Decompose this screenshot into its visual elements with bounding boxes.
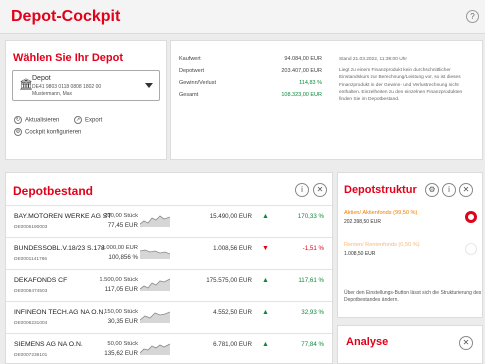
security-price: 135,62 EUR [104, 350, 138, 357]
security-price: 100,856 % [108, 254, 138, 261]
depot-cockpit-page: Depot-Cockpit ? Wählen Sie Ihr Depot 🏛 D… [0, 0, 485, 364]
trend-up-icon: ▲ [262, 309, 269, 316]
security-quantity: 150,00 Stück [104, 309, 138, 315]
trend-up-icon: ▲ [262, 213, 269, 220]
security-price: 117,05 EUR [104, 286, 138, 293]
security-performance: 170,33 % [297, 213, 324, 220]
depot-select-heading: Wählen Sie Ihr Depot [13, 52, 124, 64]
page-title: Depot-Cockpit [11, 8, 121, 25]
table-row[interactable]: DEKAFONDS CF DE0008474503 1.500,00 Stück 11… [6, 269, 334, 302]
security-value: 15.490,00 EUR [209, 213, 252, 220]
security-performance: 32,93 % [301, 309, 324, 316]
sparkline-chart [140, 311, 170, 323]
summary-value: 108.323,00 EUR [281, 92, 322, 98]
security-value: 175.575,00 EUR [206, 277, 252, 284]
trend-down-icon: ▼ [262, 245, 269, 252]
table-row[interactable]: SIEMENS AG NA O.N. DE0007236101 50,00 Stüc… [6, 333, 334, 364]
security-name[interactable]: INFINEON TECH.AG NA O.N. [14, 309, 105, 316]
structure-ring-icon [465, 243, 477, 255]
close-icon[interactable]: ✕ [459, 336, 473, 350]
configure-label: Cockpit konfigurieren [25, 129, 82, 136]
security-quantity: 1.000,00 EUR [101, 245, 138, 251]
security-quantity: 200,00 Stück [104, 213, 138, 219]
structure-item[interactable]: Renten/ Rentenfonds (0,50 %) 1.008,50 EU… [344, 242, 420, 257]
export-icon: ↗ [74, 116, 82, 124]
security-price: 77,45 EUR [107, 222, 138, 229]
analyse-panel: Analyse ✕ [337, 325, 483, 364]
info-text: Liegt zu einem Finanzprodukt kein durchs… [339, 68, 463, 103]
summary-value: 94.084,00 EUR [284, 56, 322, 62]
depot-dropdown[interactable]: 🏛 Depot DE41 9803 0118 0808 1802 00 Must… [12, 70, 160, 101]
table-row[interactable]: INFINEON TECH.AG NA O.N. DE0006231004 150,… [6, 301, 334, 334]
depot-owner: Mustermann, Max [32, 91, 73, 97]
structure-ring-icon [465, 211, 477, 223]
depot-number: DE41 9803 0118 0808 1802 00 [32, 84, 102, 90]
info-icon[interactable]: i [442, 183, 456, 197]
help-icon[interactable]: ? [466, 10, 479, 23]
security-value: 4.552,50 EUR [213, 309, 252, 316]
security-isin: DE0001141786 [14, 257, 47, 262]
summary-label: Gewinn/Verlust [179, 80, 216, 86]
summary-label: Gesamt [179, 92, 199, 98]
security-performance: 77,84 % [301, 341, 324, 348]
security-name[interactable]: BUNDESSOBL.V.18/23 S.178 [14, 245, 105, 252]
security-value: 6.781,00 EUR [213, 341, 252, 348]
table-row[interactable]: BAY.MOTOREN WERKE AG ST DE0005190003 200,0… [6, 205, 334, 238]
close-icon[interactable]: ✕ [459, 183, 473, 197]
depot-summary-panel: Kaufwert 94.084,00 EUR Depotwert 203.407… [170, 40, 483, 160]
trend-up-icon: ▲ [262, 277, 269, 284]
info-icon[interactable]: i [295, 183, 309, 197]
structure-item-name: Aktien/ Aktienfonds (99,50 %) [344, 210, 418, 216]
sparkline-chart [140, 343, 170, 355]
depotstruktur-heading: Depotstruktur [344, 184, 417, 196]
structure-item-amount: 202.398,50 EUR [344, 219, 381, 225]
security-name[interactable]: SIEMENS AG NA O.N. [14, 341, 83, 348]
security-isin: DE0005190003 [14, 225, 48, 230]
security-name[interactable]: BAY.MOTOREN WERKE AG ST [14, 213, 111, 220]
gear-icon: ⚙ [14, 128, 22, 136]
chevron-down-icon[interactable] [145, 83, 153, 88]
export-button[interactable]: ↗ Export [74, 116, 102, 124]
gear-icon[interactable]: ⚙ [425, 183, 439, 197]
sparkline-chart [140, 249, 170, 259]
security-name[interactable]: DEKAFONDS CF [14, 277, 67, 284]
summary-label: Depotwert [179, 68, 205, 74]
structure-item-amount: 1.008,50 EUR [344, 251, 376, 257]
summary-info: Stand 21.03.2022, 11:39:00 Uhr Liegt zu … [339, 56, 474, 103]
security-quantity: 50,00 Stück [107, 341, 138, 347]
table-row[interactable]: BUNDESSOBL.V.18/23 S.178 DE0001141786 1.00… [6, 237, 334, 270]
depotbestand-heading: Depotbestand [13, 184, 94, 198]
security-value: 1.008,56 EUR [213, 245, 252, 252]
depotstruktur-panel: Depotstruktur ⚙ i ✕ Aktien/ Aktienfonds … [337, 172, 483, 318]
summary-value: 203.407,00 EUR [281, 68, 322, 74]
refresh-label: Aktualisieren [25, 117, 60, 124]
trend-up-icon: ▲ [262, 341, 269, 348]
security-isin: DE0008474503 [14, 289, 48, 294]
refresh-icon: ↻ [14, 116, 22, 124]
structure-item[interactable]: Aktien/ Aktienfonds (99,50 %) 202.398,50… [344, 210, 417, 225]
structure-note: Über den Einstellungs-Button lässt sich … [344, 290, 482, 303]
configure-cockpit-button[interactable]: ⚙ Cockpit konfigurieren [14, 128, 81, 136]
security-isin: DE0006231004 [14, 321, 48, 326]
summary-label: Kaufwert [179, 56, 201, 62]
security-isin: DE0007236101 [14, 353, 48, 358]
refresh-button[interactable]: ↻ Aktualisieren [14, 116, 59, 124]
summary-value: 114,83 % [299, 80, 322, 86]
close-icon[interactable]: ✕ [313, 183, 327, 197]
info-date: Stand 21.03.2022, 11:39:00 Uhr [339, 57, 407, 62]
depot-select-panel: Wählen Sie Ihr Depot 🏛 Depot DE41 9803 0… [5, 40, 167, 160]
sparkline-chart [140, 215, 170, 227]
depot-name: Depot [32, 75, 51, 82]
header-bar: Depot-Cockpit ? [0, 0, 485, 34]
bank-icon: 🏛 [19, 79, 33, 91]
security-price: 30,35 EUR [107, 318, 138, 325]
structure-item-name: Renten/ Rentenfonds (0,50 %) [344, 242, 420, 248]
sparkline-chart [140, 278, 170, 291]
analyse-heading: Analyse [346, 336, 389, 348]
export-label: Export [85, 117, 103, 124]
security-quantity: 1.500,00 Stück [99, 277, 138, 283]
security-performance: 117,61 % [298, 277, 324, 284]
security-performance: -1,51 % [302, 245, 324, 252]
depotbestand-panel: Depotbestand i ✕ BAY.MOTOREN WERKE AG ST… [5, 172, 334, 364]
